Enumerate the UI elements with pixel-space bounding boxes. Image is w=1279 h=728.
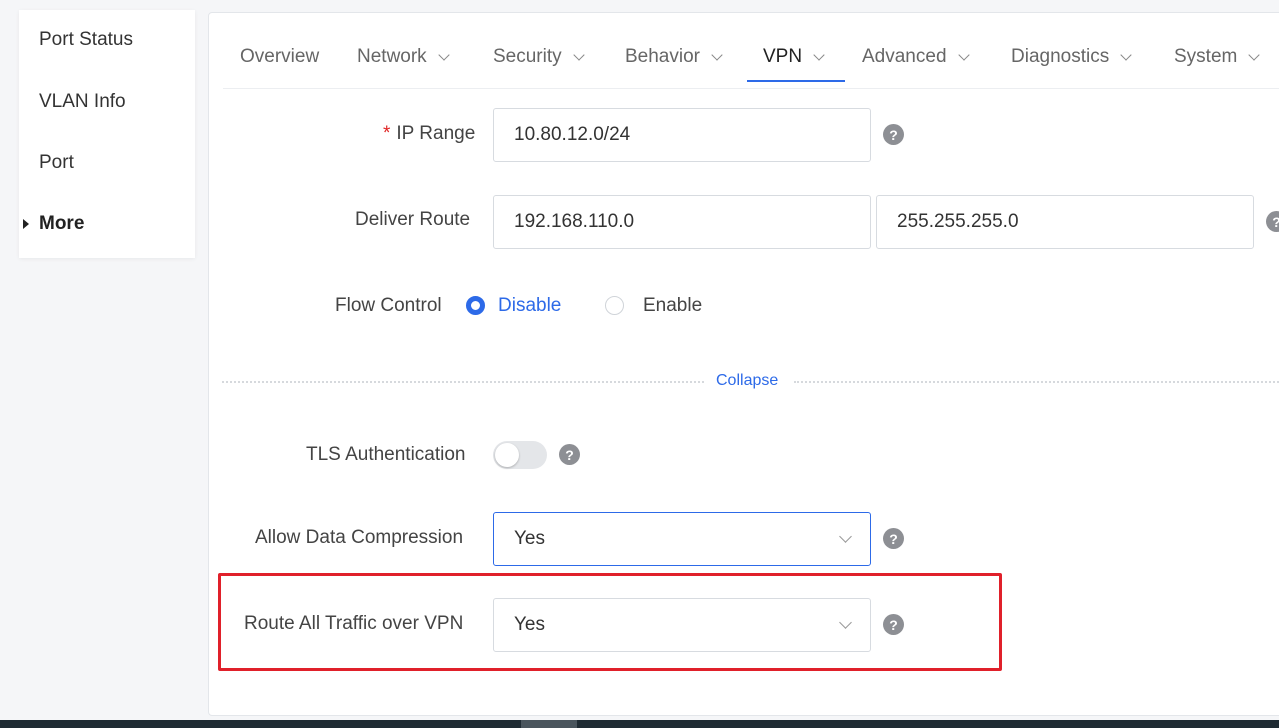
tab-advanced[interactable]: Advanced: [862, 46, 970, 68]
sidebar-item-port[interactable]: Port: [39, 152, 74, 174]
tab-diagnostics[interactable]: Diagnostics: [1011, 46, 1132, 68]
tab-label: Network: [357, 46, 427, 67]
chevron-down-icon: [839, 530, 852, 543]
taskbar-item[interactable]: [521, 720, 577, 728]
route-all-traffic-value: Yes: [514, 614, 545, 635]
sidebar-item-port-status[interactable]: Port Status: [39, 29, 133, 51]
sidebar: Port Status VLAN Info Port More: [19, 10, 195, 258]
tab-label: VPN: [763, 46, 803, 67]
route-all-traffic-select[interactable]: Yes: [493, 598, 871, 652]
help-glyph: ?: [889, 616, 898, 633]
tab-label: Overview: [240, 46, 320, 67]
collapse-link[interactable]: Collapse: [716, 372, 778, 390]
route-all-traffic-label: Route All Traffic over VPN: [244, 613, 464, 634]
flow-control-label: Flow Control: [335, 295, 442, 316]
taskbar: [0, 720, 1279, 728]
flow-control-disable-label[interactable]: Disable: [498, 295, 561, 317]
tls-authentication-label: TLS Authentication: [306, 444, 466, 465]
sidebar-item-vlan-info[interactable]: VLAN Info: [39, 91, 126, 113]
toggle-knob: [495, 443, 519, 467]
chevron-down-icon: [839, 616, 852, 629]
chevron-down-icon: [813, 48, 825, 61]
tab-vpn[interactable]: VPN: [763, 46, 825, 68]
chevron-down-icon: [957, 48, 970, 61]
tab-label: System: [1174, 46, 1238, 67]
deliver-route-network-input[interactable]: 192.168.110.0: [493, 195, 871, 249]
tab-behavior[interactable]: Behavior: [625, 46, 723, 68]
tab-security[interactable]: Security: [493, 46, 585, 68]
tab-label: Advanced: [862, 46, 947, 67]
chevron-down-icon: [572, 48, 585, 61]
deliver-route-mask-value: 255.255.255.0: [897, 211, 1019, 232]
divider-right: [794, 381, 1279, 383]
divider-left: [222, 381, 704, 383]
tab-overview[interactable]: Overview: [240, 46, 319, 68]
sidebar-item-more-label: More: [39, 213, 85, 234]
help-glyph: ?: [889, 126, 898, 143]
chevron-down-icon: [1248, 48, 1261, 61]
deliver-route-mask-input[interactable]: 255.255.255.0: [876, 195, 1254, 249]
flow-control-enable-radio[interactable]: [605, 296, 624, 315]
chevron-down-icon: [438, 48, 450, 61]
help-icon[interactable]: ?: [883, 528, 904, 549]
ip-range-label: * IP Range: [383, 123, 475, 145]
ip-range-input[interactable]: 10.80.12.0/24: [493, 108, 871, 162]
tab-network[interactable]: Network: [357, 46, 450, 68]
help-glyph: ?: [565, 446, 574, 463]
caret-right-icon: [23, 219, 29, 229]
tab-label: Behavior: [625, 46, 700, 67]
data-compression-select[interactable]: Yes: [493, 512, 871, 566]
deliver-route-network-value: 192.168.110.0: [514, 211, 635, 232]
flow-control-enable-label[interactable]: Enable: [643, 295, 702, 317]
tab-label: Security: [493, 46, 562, 67]
help-icon[interactable]: ?: [559, 444, 580, 465]
tab-label: Diagnostics: [1011, 46, 1110, 67]
required-marker: *: [383, 123, 391, 144]
sidebar-item-more[interactable]: More: [23, 213, 85, 235]
flow-control-disable-radio[interactable]: [466, 296, 485, 315]
help-icon[interactable]: ?: [883, 124, 904, 145]
chevron-down-icon: [711, 48, 723, 61]
help-icon[interactable]: ?: [883, 614, 904, 635]
tab-system[interactable]: System: [1174, 46, 1261, 68]
data-compression-value: Yes: [514, 528, 545, 549]
tab-bar: Overview Network Security Behavior VPN A…: [223, 13, 1279, 89]
tls-authentication-toggle[interactable]: [493, 441, 547, 469]
deliver-route-label: Deliver Route: [355, 209, 471, 230]
data-compression-label: Allow Data Compression: [255, 527, 464, 548]
ip-range-label-text: IP Range: [396, 123, 476, 144]
ip-range-value: 10.80.12.0/24: [514, 124, 631, 145]
help-glyph: ?: [889, 530, 898, 547]
active-tab-indicator: [747, 80, 845, 82]
chevron-down-icon: [1120, 48, 1132, 61]
help-glyph: ?: [1272, 214, 1279, 230]
